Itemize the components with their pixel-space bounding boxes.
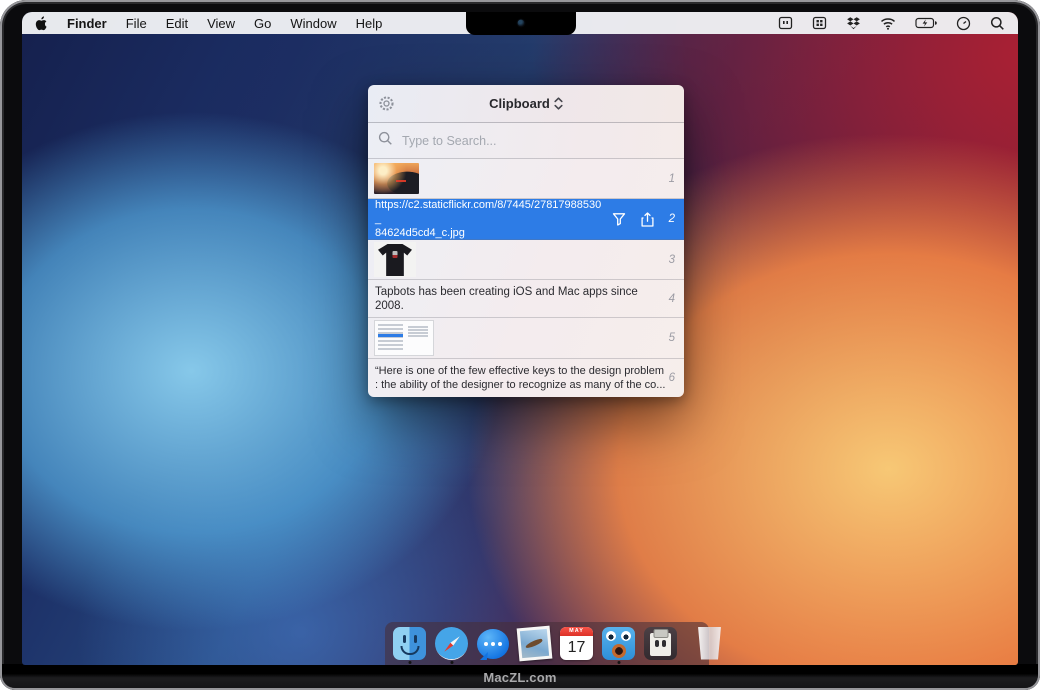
wifi-icon[interactable] [880,17,896,30]
running-indicator [617,661,620,664]
pastebot-menu-icon[interactable] [778,16,793,30]
clipboard-item-6[interactable]: “Here is one of the few effective keys t… [368,359,684,397]
dock: MAY 17 [385,622,709,665]
window-header: Clipboard [368,85,684,123]
sunset-car-thumbnail [374,163,419,194]
chevron-up-down-icon [554,97,563,110]
running-indicator [450,661,453,664]
clipboard-list: 1 https://c2.staticflickr.com/8/7445/278… [368,159,684,397]
item-number: 4 [669,293,675,305]
running-indicator [408,661,411,664]
menu-window[interactable]: Window [290,16,336,31]
dock-tweetbot-icon[interactable] [602,622,635,665]
clipboard-item-2-selected[interactable]: https://c2.staticflickr.com/8/7445/27817… [368,199,684,240]
menu-finder[interactable]: Finder [67,16,107,31]
menu-view[interactable]: View [207,16,235,31]
search-input[interactable] [400,133,674,149]
menu-bar-status-icons [778,16,1005,31]
dock-finder-icon[interactable] [393,622,426,665]
dock-pastebot-icon[interactable] [644,622,677,665]
dock-trash-icon[interactable] [697,622,722,665]
brand-text: MacZL.com [483,670,556,688]
search-bar [368,123,684,159]
item-number: 6 [669,372,675,384]
menu-go[interactable]: Go [254,16,271,31]
clipboard-item-1[interactable]: 1 [368,159,684,199]
clipboard-item-3[interactable]: 3 [368,240,684,280]
search-icon [378,131,393,151]
dock-messages-icon[interactable] [477,622,509,665]
screen: Finder File Edit View Go Window Help [22,12,1018,665]
dock-photos-icon[interactable] [518,622,551,665]
item-number: 1 [669,173,675,185]
laptop-chin: MacZL.com [2,664,1038,688]
apple-menu-icon[interactable] [35,15,48,31]
window-title[interactable]: Clipboard [489,96,563,111]
quote-snippet: “Here is one of the few effective keys t… [368,364,665,392]
dock-calendar-icon[interactable]: MAY 17 [560,622,593,665]
webcam-dot [518,20,525,27]
spotlight-search-icon[interactable] [990,16,1005,31]
menu-file[interactable]: File [126,16,147,31]
filter-funnel-icon[interactable] [612,212,626,226]
share-icon[interactable] [641,212,654,227]
display-notch [466,12,576,35]
calendar-day: 17 [560,636,593,659]
menu-bar-left: Finder File Edit View Go Window Help [35,15,382,31]
item-number: 2 [669,213,675,225]
url-text: https://c2.staticflickr.com/8/7445/27817… [368,198,612,240]
gear-icon[interactable] [377,94,396,113]
item-number: 5 [669,332,675,344]
battery-charging-icon[interactable] [915,17,937,29]
text-snippet: Tapbots has been creating iOS and Mac ap… [368,285,684,313]
item-number: 3 [669,254,675,266]
window-screenshot-thumbnail [374,320,434,356]
menu-edit[interactable]: Edit [166,16,188,31]
clipboard-window: Clipboard 1 https [368,85,684,397]
clock-icon[interactable] [956,16,971,31]
item-action-icons [612,212,654,227]
macbook-mockup: MacZL.com Finder File Edit View Go Windo… [0,0,1040,690]
menu-help[interactable]: Help [356,16,383,31]
tshirt-thumbnail [374,242,416,277]
app-grid-menu-icon[interactable] [812,16,827,30]
dock-safari-icon[interactable] [435,622,468,665]
clipboard-item-4[interactable]: Tapbots has been creating iOS and Mac ap… [368,280,684,318]
clipboard-item-5[interactable]: 5 [368,318,684,359]
calendar-month: MAY [560,627,593,636]
dropbox-icon[interactable] [846,16,861,30]
